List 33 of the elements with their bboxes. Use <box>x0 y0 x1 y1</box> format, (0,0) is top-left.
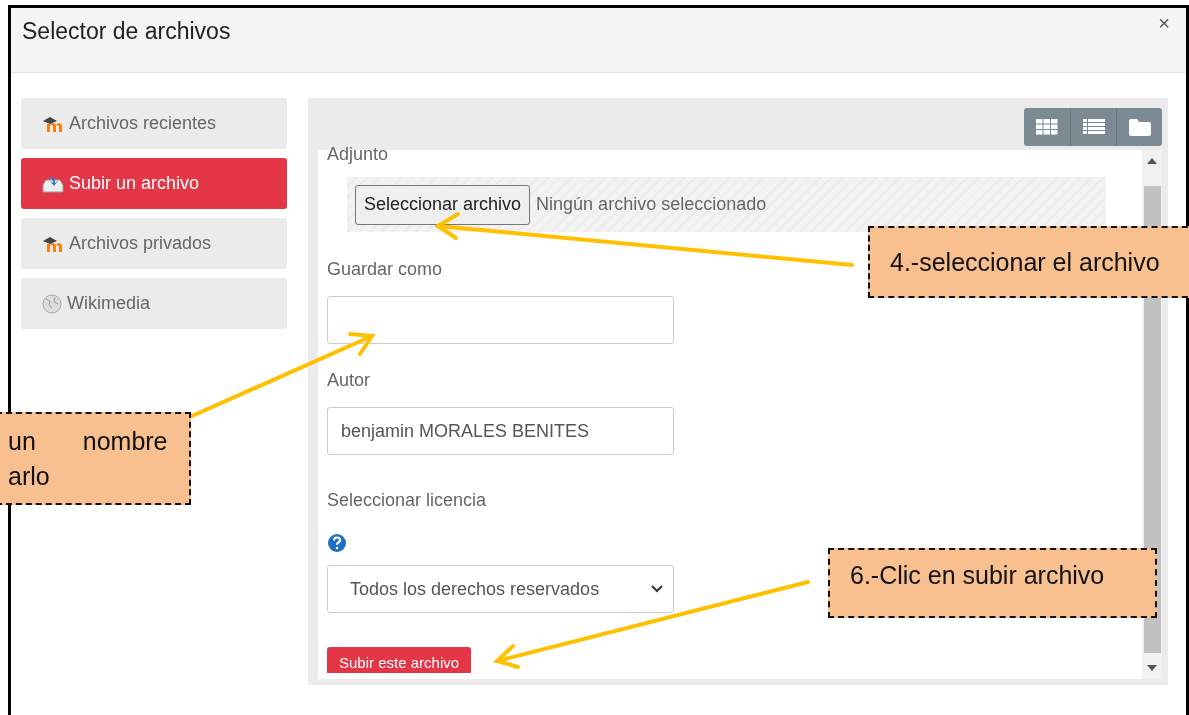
license-select[interactable]: Todos los derechos reservados <box>327 565 674 613</box>
sidebar-item[interactable]: Archivos recientes <box>21 98 287 149</box>
list-view-button[interactable] <box>1070 108 1116 146</box>
folder-icon <box>1128 118 1151 136</box>
callout-text: arlo <box>8 460 51 492</box>
grid-view-button[interactable] <box>1024 108 1070 146</box>
scroll-up-icon[interactable] <box>1147 158 1157 164</box>
sidebar-item[interactable]: Subir un archivo <box>21 158 287 209</box>
sidebar-item[interactable]: Wikimedia <box>21 278 287 329</box>
callout-text: 4.-seleccionar el archivo <box>890 246 1161 278</box>
graduation-cap-icon <box>41 234 65 253</box>
help-icon[interactable] <box>327 533 347 553</box>
sidebar-item[interactable]: Archivos privados <box>21 218 287 269</box>
upload-button[interactable]: Subir este archivo <box>327 647 472 673</box>
graduation-cap-icon <box>41 114 65 133</box>
folder-button[interactable] <box>1116 108 1162 146</box>
dialog-title: Selector de archivos <box>22 18 231 45</box>
globe-icon <box>41 292 63 315</box>
save-as-field[interactable] <box>327 296 674 344</box>
grid-icon <box>1036 119 1058 135</box>
field-label: Guardar como <box>327 259 443 280</box>
close-button[interactable]: × <box>1154 12 1174 35</box>
callout-text: 6.-Clic en subir archivo <box>850 560 1106 591</box>
author-field[interactable]: benjamin MORALES BENITES <box>327 407 674 455</box>
field-label: Autor <box>327 370 371 391</box>
choose-file-button[interactable]: Seleccionar archivo <box>355 184 531 225</box>
chevron-down-icon <box>651 585 663 593</box>
callout-text: un nombre <box>8 425 169 457</box>
field-label: Adjunto <box>327 144 389 165</box>
field-label: Seleccionar licencia <box>327 490 487 511</box>
scroll-down-icon[interactable] <box>1147 665 1157 671</box>
list-icon <box>1082 119 1105 135</box>
file-status: Ningún archivo seleccionado <box>536 194 767 215</box>
